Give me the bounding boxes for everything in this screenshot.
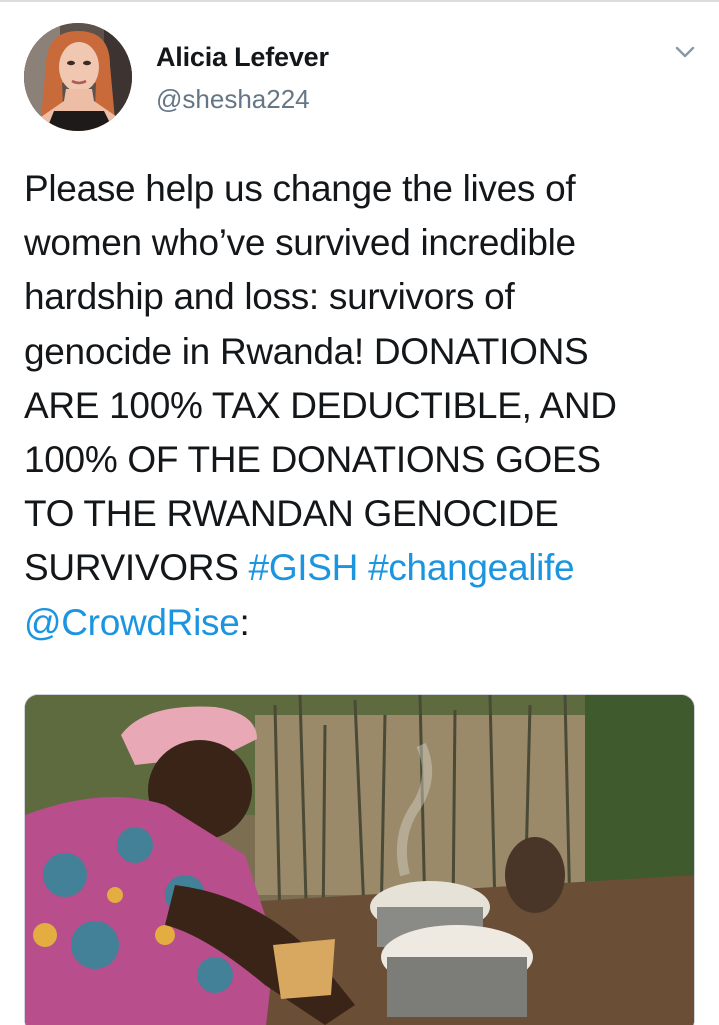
tweet-text-line: ARE 100% TAX DEDUCTIBLE, AND <box>24 384 617 426</box>
author-display-name[interactable]: Alicia Lefever <box>156 42 329 73</box>
tweet-text-line: women who’ve survived incredible <box>24 222 576 264</box>
photo-illustration <box>25 695 694 1025</box>
tweet-text-line: Please help us change the lives of <box>24 168 576 209</box>
avatar[interactable] <box>24 23 132 131</box>
tweet-text-line: hardship and loss: survivors of <box>24 276 515 318</box>
avatar-image <box>24 23 132 131</box>
hashtag-gish-link[interactable]: #GISH <box>249 547 359 588</box>
mention-crowdrise-link[interactable]: @CrowdRise <box>24 602 240 643</box>
tweet-text-space <box>358 547 368 588</box>
tweet-text: Please help us change the lives of women… <box>24 162 694 650</box>
tweet-text-line: TO THE RWANDAN GENOCIDE <box>24 493 559 535</box>
tweet-text-segment: SURVIVORS <box>24 547 249 589</box>
hashtag-changealife-link[interactable]: #changealife <box>368 547 575 588</box>
tweet-text-line: genocide in Rwanda! DONATIONS <box>24 330 589 372</box>
tweet-text-line: 100% OF THE DONATIONS GOES <box>24 439 601 481</box>
tweet-screen: Alicia Lefever @shesha224 Please help us… <box>0 0 719 1025</box>
tweet-text-line: SURVIVORS #GISH #changealife <box>24 541 694 595</box>
author-handle[interactable]: @shesha224 <box>156 84 310 115</box>
chevron-down-icon[interactable] <box>672 42 698 62</box>
tweet-text-line: @CrowdRise: <box>24 596 694 650</box>
tweet-media-photo[interactable] <box>24 694 695 1025</box>
tweet-text-segment: : <box>239 601 250 643</box>
top-divider <box>0 0 719 2</box>
